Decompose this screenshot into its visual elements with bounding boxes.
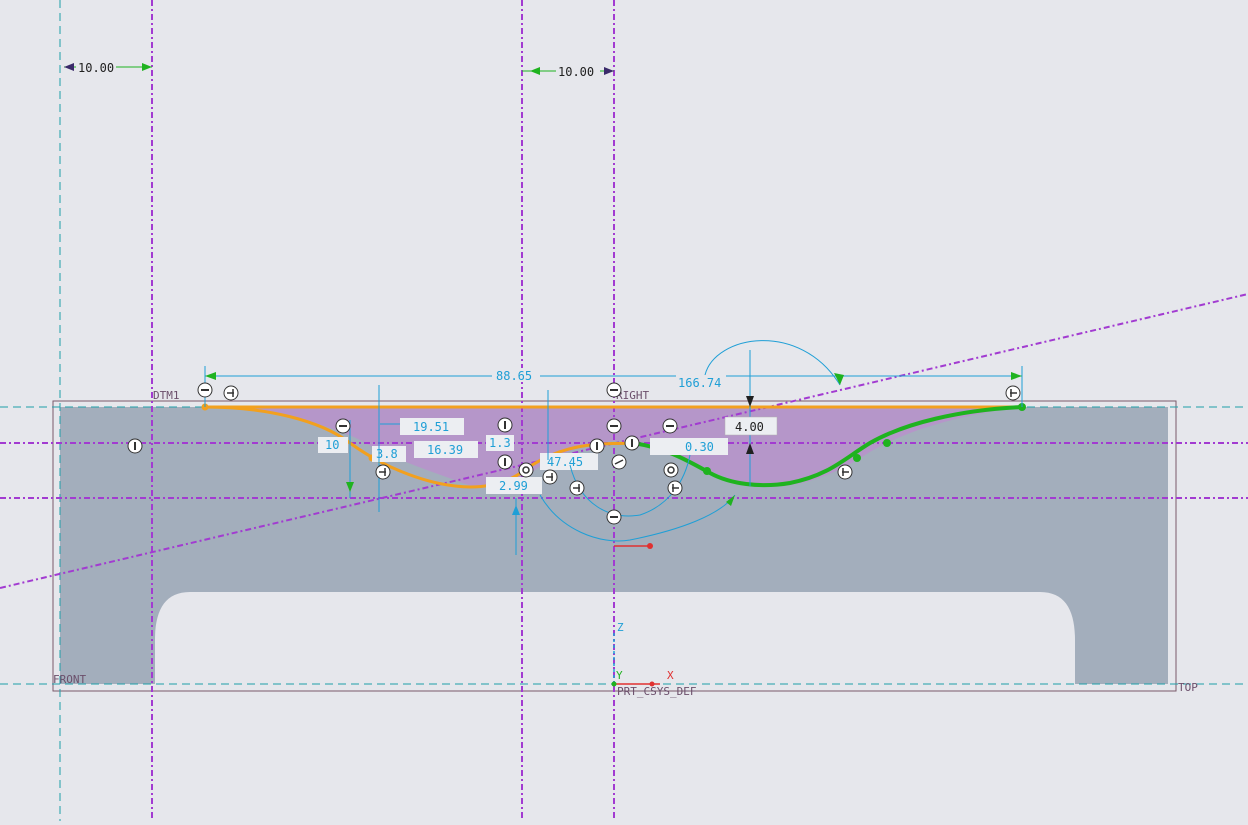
vertical-constraint-icon[interactable]	[127, 438, 143, 454]
csys-label: PRT_CSYS_DEF	[617, 685, 696, 698]
horizontal-constraint-icon[interactable]	[606, 382, 622, 398]
horizontal-constraint-icon[interactable]	[197, 382, 213, 398]
sketch-viewport[interactable]: DTM1 RIGHT FRONT TOP Z Y X PRT_CSYS_DEF	[0, 0, 1248, 821]
dimension-left-offset[interactable]: 10.00	[64, 60, 152, 75]
symmetric-constraint-icon[interactable]	[611, 454, 627, 470]
dimension-d6-value[interactable]: 10	[325, 438, 339, 452]
coordinate-system[interactable]: Z Y X PRT_CSYS_DEF	[611, 621, 697, 698]
tangent-constraint-icon[interactable]	[569, 480, 585, 496]
dimension-d1[interactable]: 19.51	[400, 418, 464, 435]
horizontal-constraint-icon[interactable]	[606, 509, 622, 525]
datum-label-top: TOP	[1178, 681, 1198, 694]
tangent-constraint-icon[interactable]	[375, 464, 391, 480]
dimension-angle-value[interactable]: 166.74	[678, 376, 721, 390]
dimension-d6[interactable]: 10	[318, 437, 348, 453]
csys-origin	[611, 681, 617, 687]
spline-point[interactable]	[853, 454, 861, 462]
horizontal-constraint-icon[interactable]	[662, 418, 678, 434]
dimension-d2-value[interactable]: 16.39	[427, 443, 463, 457]
dimension-d3[interactable]: 47.45	[540, 453, 598, 470]
coincident-constraint-icon[interactable]	[663, 462, 679, 478]
dimension-center-offset-value[interactable]: 10.00	[558, 65, 594, 79]
dimension-d5-value[interactable]: 0.30	[685, 440, 714, 454]
dimension-d1-value[interactable]: 19.51	[413, 420, 449, 434]
dimension-overall-length-value[interactable]: 88.65	[496, 369, 532, 383]
dimension-d2[interactable]: 16.39	[414, 441, 478, 458]
dimension-d5[interactable]: 0.30	[650, 438, 728, 455]
spline-point[interactable]	[703, 467, 711, 475]
vertical-constraint-icon[interactable]	[497, 417, 513, 433]
dimension-d4-value[interactable]: 2.99	[499, 479, 528, 493]
dimension-d7-value[interactable]: 1.3	[489, 436, 511, 450]
vertical-constraint-icon[interactable]	[589, 438, 605, 454]
dimension-center-offset[interactable]: 10.00	[522, 64, 614, 79]
dimension-left-offset-value[interactable]: 10.00	[78, 61, 114, 75]
vertical-constraint-icon[interactable]	[497, 454, 513, 470]
vertical-constraint-icon[interactable]	[624, 435, 640, 451]
sketch-point-red[interactable]	[647, 543, 653, 549]
dimension-d4[interactable]: 2.99	[486, 477, 542, 494]
tangent-constraint-icon[interactable]	[223, 385, 239, 401]
tangent-constraint-icon[interactable]	[1005, 385, 1021, 401]
spline-point[interactable]	[883, 439, 891, 447]
tangent-constraint-icon[interactable]	[837, 464, 853, 480]
dimension-angle[interactable]: 166.74	[676, 340, 844, 390]
tangent-constraint-icon[interactable]	[542, 469, 558, 485]
csys-label-y: Y	[616, 669, 623, 682]
datum-label-dtm1: DTM1	[153, 389, 180, 402]
coincident-constraint-icon[interactable]	[518, 462, 534, 478]
sketch-canvas[interactable]: DTM1 RIGHT FRONT TOP Z Y X PRT_CSYS_DEF	[0, 0, 1248, 821]
dimension-height-value[interactable]: 4.00	[735, 420, 764, 434]
tangent-constraint-icon[interactable]	[667, 480, 683, 496]
horizontal-constraint-icon[interactable]	[606, 418, 622, 434]
horizontal-constraint-icon[interactable]	[335, 418, 351, 434]
dimension-d8[interactable]: 3.8	[372, 446, 406, 462]
csys-label-z: Z	[617, 621, 624, 634]
dimension-d3-value[interactable]: 47.45	[547, 455, 583, 469]
csys-label-x: X	[667, 669, 674, 682]
dimension-d7[interactable]: 1.3	[486, 435, 514, 451]
datum-label-front: FRONT	[53, 673, 86, 686]
